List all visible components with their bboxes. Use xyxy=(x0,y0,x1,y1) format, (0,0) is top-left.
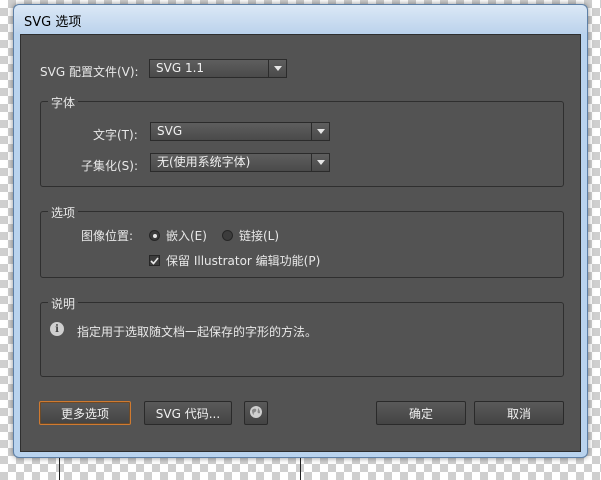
more-options-button[interactable]: 更多选项 xyxy=(39,401,131,425)
globe-icon xyxy=(249,405,263,422)
cancel-button[interactable]: 取消 xyxy=(474,401,564,425)
options-group-title: 选项 xyxy=(48,204,79,221)
type-select[interactable]: SVG xyxy=(150,122,330,141)
fonts-group-title: 字体 xyxy=(48,94,79,111)
radio-selected-icon xyxy=(149,230,160,241)
info-icon: i xyxy=(50,322,64,336)
svg-profile-label: SVG 配置文件(V): xyxy=(40,65,139,79)
embed-radio[interactable]: 嵌入(E) xyxy=(149,227,207,244)
description-group-title: 说明 xyxy=(48,295,79,312)
canvas-guide-line xyxy=(59,456,60,480)
svg-code-button[interactable]: SVG 代码... xyxy=(144,401,232,425)
subset-select[interactable]: 无(使用系统字体) xyxy=(150,153,330,172)
chevron-down-icon xyxy=(311,154,329,171)
dialog-title: SVG 选项 xyxy=(24,15,82,30)
subset-value: 无(使用系统字体) xyxy=(157,155,251,169)
subset-label: 子集化(S): xyxy=(81,159,139,173)
description-text: 指定用于选取随文档一起保存的字形的方法。 xyxy=(77,325,318,339)
chevron-down-icon xyxy=(311,123,329,140)
preserve-editing-label: 保留 Illustrator 编辑功能(P) xyxy=(166,254,321,268)
svg-profile-select[interactable]: SVG 1.1 xyxy=(149,59,287,78)
dialog-body: SVG 配置文件(V): SVG 1.1 字体 文字(T): SVG 子集化(S… xyxy=(20,34,581,452)
type-label: 文字(T): xyxy=(93,128,138,142)
link-radio[interactable]: 链接(L) xyxy=(222,227,279,244)
web-preview-button[interactable] xyxy=(244,401,268,425)
radio-unselected-icon xyxy=(222,230,233,241)
fonts-group: 字体 xyxy=(40,94,564,187)
canvas-guide-line xyxy=(300,456,301,480)
chevron-down-icon xyxy=(268,60,286,77)
svg-profile-value: SVG 1.1 xyxy=(156,61,205,75)
checkmark-icon xyxy=(149,255,160,266)
svg-options-dialog: SVG 选项 SVG 配置文件(V): SVG 1.1 字体 文字(T): SV… xyxy=(13,4,588,458)
title-bar[interactable]: SVG 选项 xyxy=(14,5,587,33)
link-label: 链接(L) xyxy=(239,229,280,243)
type-value: SVG xyxy=(157,124,183,138)
preserve-editing-checkbox[interactable]: 保留 Illustrator 编辑功能(P) xyxy=(149,252,320,269)
image-location-label: 图像位置: xyxy=(81,229,134,243)
embed-label: 嵌入(E) xyxy=(166,229,207,243)
ok-button[interactable]: 确定 xyxy=(376,401,466,425)
